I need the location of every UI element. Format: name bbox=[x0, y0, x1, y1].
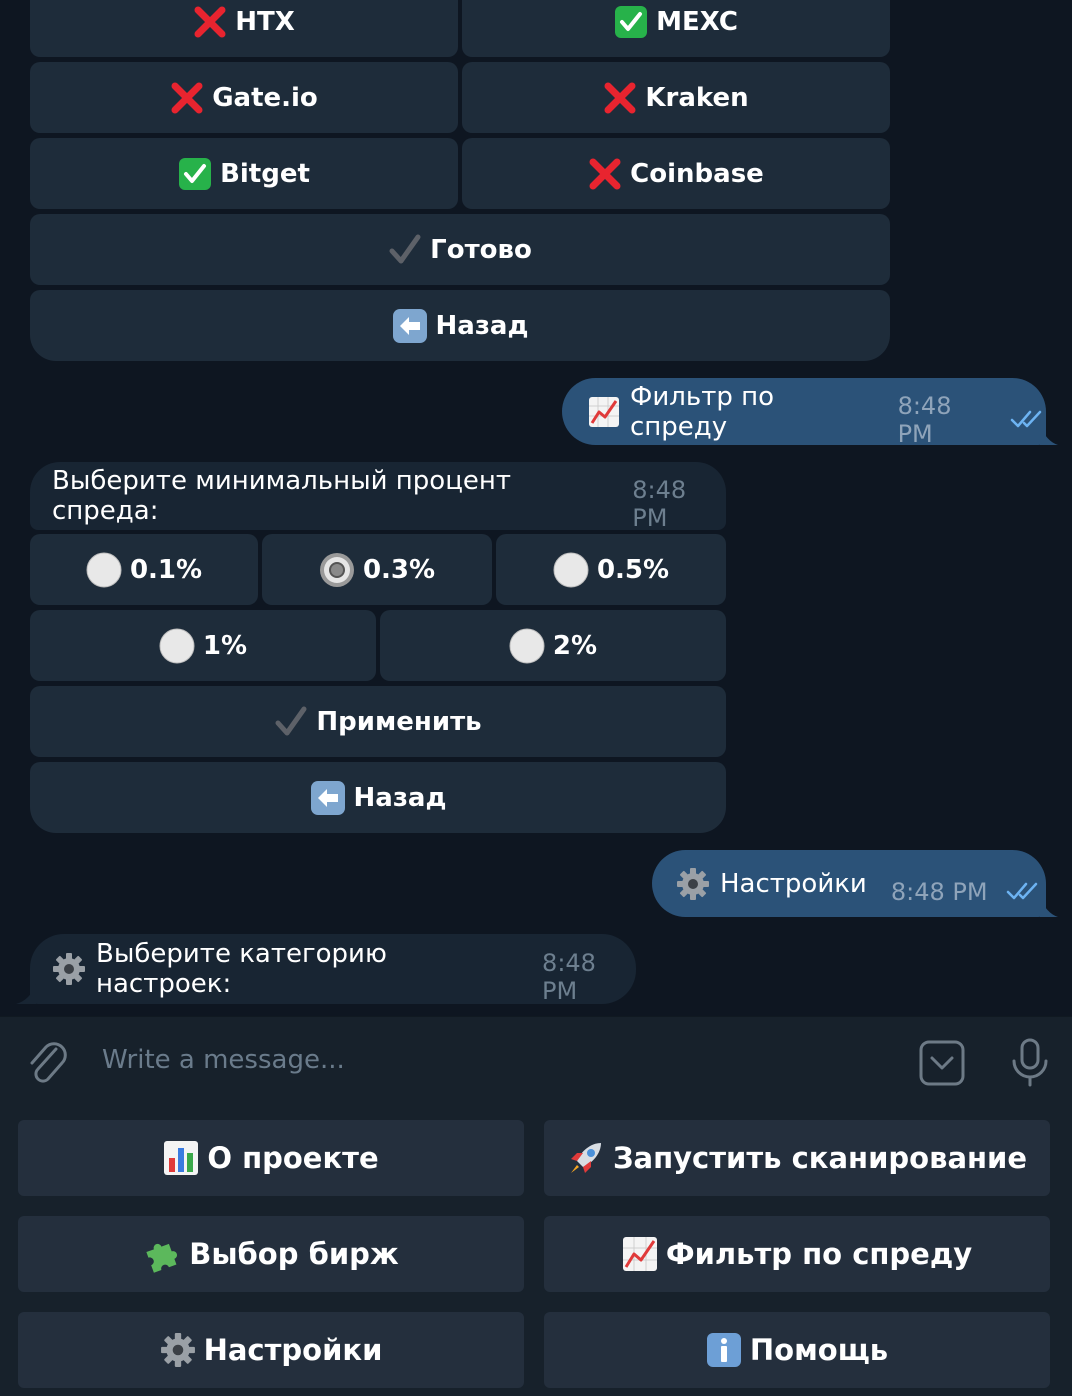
spread-option-0.5-button[interactable]: 0.5% bbox=[496, 534, 726, 605]
spread-option-2-button[interactable]: 2% bbox=[380, 610, 726, 681]
rocket-icon bbox=[567, 1139, 605, 1177]
white-circle-icon bbox=[159, 628, 195, 664]
start-scan-button[interactable]: Запустить сканирование bbox=[544, 1120, 1050, 1196]
about-project-button[interactable]: О проекте bbox=[18, 1120, 524, 1196]
bar-chart-icon bbox=[163, 1140, 199, 1176]
exchange-label: Gate.io bbox=[212, 82, 318, 113]
spread-option-1-button[interactable]: 1% bbox=[30, 610, 376, 681]
done-button[interactable]: Готово bbox=[30, 214, 890, 285]
done-label: Готово bbox=[430, 234, 532, 265]
exchange-label: Coinbase bbox=[630, 158, 764, 189]
exchange-mexc-button[interactable]: MEXC bbox=[462, 0, 890, 57]
chart-increasing-icon bbox=[622, 1236, 658, 1272]
paperclip-icon[interactable] bbox=[26, 1039, 70, 1093]
left-arrow-icon bbox=[392, 308, 428, 344]
gear-icon bbox=[160, 1332, 196, 1368]
double-check-icon bbox=[1006, 881, 1042, 901]
spread-filter-label: Фильтр по спреду bbox=[665, 1237, 973, 1271]
chat-area: HTX MEXC Gate.io Kraken Bitget Coinbase bbox=[0, 0, 1072, 1016]
checkmark-icon bbox=[388, 233, 422, 267]
exchange-kraken-button[interactable]: Kraken bbox=[462, 62, 890, 133]
keyboard-toggle-icon[interactable] bbox=[918, 1039, 966, 1091]
message-time: 8:48 PM bbox=[632, 476, 687, 532]
message-text: Фильтр по спреду bbox=[630, 381, 775, 442]
gear-icon bbox=[52, 952, 86, 986]
gear-icon bbox=[676, 867, 710, 901]
exchange-label: Bitget bbox=[220, 158, 310, 189]
white-circle-icon bbox=[86, 552, 122, 588]
chart-increasing-icon bbox=[588, 396, 620, 428]
white-circle-icon bbox=[553, 552, 589, 588]
settings-button[interactable]: Настройки bbox=[18, 1312, 524, 1388]
green-check-icon bbox=[178, 157, 212, 191]
back-button[interactable]: Назад bbox=[30, 762, 726, 833]
spread-option-label: 0.3% bbox=[362, 554, 436, 585]
message-time: 8:48 PM bbox=[542, 949, 596, 1005]
exchange-bitget-button[interactable]: Bitget bbox=[30, 138, 458, 209]
select-exchanges-button[interactable]: Выбор бирж bbox=[18, 1216, 524, 1292]
white-circle-icon bbox=[509, 628, 545, 664]
spread-option-label: 0.1% bbox=[129, 554, 203, 585]
message-input[interactable]: Write a message... bbox=[102, 1045, 345, 1075]
bubble-tail bbox=[1040, 897, 1058, 917]
info-icon bbox=[706, 1332, 742, 1368]
checkmark-icon bbox=[274, 705, 308, 739]
exchange-coinbase-button[interactable]: Coinbase bbox=[462, 138, 890, 209]
start-scan-label: Запустить сканирование bbox=[612, 1141, 1028, 1175]
spread-option-0.3-button[interactable]: 0.3% bbox=[262, 534, 492, 605]
incoming-message: Выберите минимальный процент спреда: 8:4… bbox=[30, 462, 726, 532]
exchange-label: Kraken bbox=[645, 82, 749, 113]
green-check-icon bbox=[614, 5, 648, 39]
message-time: 8:48 PM bbox=[897, 391, 952, 448]
message-time: 8:48 PM bbox=[890, 877, 988, 906]
back-label: Назад bbox=[353, 782, 447, 813]
red-cross-icon bbox=[170, 81, 204, 115]
microphone-icon[interactable] bbox=[1008, 1037, 1052, 1093]
puzzle-icon bbox=[143, 1235, 181, 1273]
spread-option-label: 2% bbox=[552, 630, 598, 661]
spread-option-label: 1% bbox=[202, 630, 248, 661]
exchange-gate-button[interactable]: Gate.io bbox=[30, 62, 458, 133]
message-text: Выберите категорию настроек: bbox=[96, 939, 387, 999]
reply-keyboard: О проекте Запустить сканирование Выбор б… bbox=[0, 1108, 1072, 1396]
message-input-bar: Write a message... bbox=[0, 1016, 1072, 1108]
exchange-label: HTX bbox=[235, 6, 295, 37]
radio-selected-icon bbox=[319, 552, 355, 588]
spread-option-0.1-button[interactable]: 0.1% bbox=[30, 534, 258, 605]
red-cross-icon bbox=[603, 81, 637, 115]
back-button[interactable]: Назад bbox=[30, 290, 890, 361]
spread-option-label: 0.5% bbox=[596, 554, 670, 585]
exchange-htx-button[interactable]: HTX bbox=[30, 0, 458, 57]
about-project-label: О проекте bbox=[207, 1141, 379, 1175]
apply-button[interactable]: Применить bbox=[30, 686, 726, 757]
spread-filter-button[interactable]: Фильтр по спреду bbox=[544, 1216, 1050, 1292]
back-label: Назад bbox=[435, 310, 529, 341]
exchange-label: MEXC bbox=[656, 6, 738, 37]
help-label: Помощь bbox=[749, 1333, 889, 1367]
message-text: Настройки bbox=[720, 868, 867, 899]
left-arrow-icon bbox=[310, 780, 346, 816]
bubble-tail bbox=[16, 984, 36, 1004]
incoming-message: Выберите категорию настроек: 8:48 PM bbox=[30, 934, 636, 1005]
bubble-tail bbox=[1040, 425, 1058, 445]
red-cross-icon bbox=[193, 5, 227, 39]
message-text: Выберите минимальный процент спреда: bbox=[52, 466, 512, 526]
outgoing-message: Фильтр по спреду 8:48 PM bbox=[562, 378, 1046, 448]
select-exchanges-label: Выбор бирж bbox=[189, 1237, 399, 1271]
outgoing-message: Настройки 8:48 PM bbox=[652, 850, 1046, 917]
help-button[interactable]: Помощь bbox=[544, 1312, 1050, 1388]
apply-label: Применить bbox=[316, 706, 482, 737]
settings-label: Настройки bbox=[203, 1333, 383, 1367]
red-cross-icon bbox=[588, 157, 622, 191]
